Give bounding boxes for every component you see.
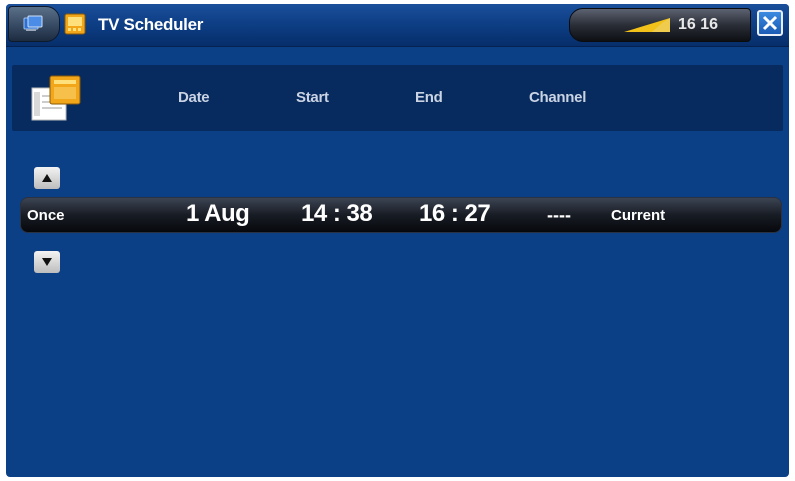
app-title: TV Scheduler: [98, 15, 204, 34]
arrow-down-icon: [42, 258, 52, 266]
row-channel: ----: [547, 205, 571, 225]
close-icon: [762, 15, 778, 31]
status-area: 16 16: [569, 8, 751, 42]
schedule-row[interactable]: Once 1 Aug 14 : 38 16 : 27 ---- Current: [20, 197, 782, 233]
arrow-up-icon: [42, 174, 52, 182]
close-button[interactable]: [757, 10, 783, 36]
row-date: 1 Aug: [186, 200, 250, 227]
home-button[interactable]: [8, 6, 60, 42]
home-icon: [23, 15, 43, 31]
column-header-start: Start: [296, 89, 329, 106]
column-header-channel: Channel: [529, 89, 587, 106]
tv-scheduler-icon: [64, 13, 86, 35]
row-start: 14 : 38: [301, 200, 373, 227]
column-header-end: End: [415, 89, 443, 106]
row-repeat: Once: [27, 207, 65, 224]
signal-strength-icon: [624, 18, 670, 32]
schedule-list-icon: [31, 75, 81, 121]
scroll-up-button[interactable]: [34, 167, 60, 189]
title-bar: TV Scheduler 16 16: [6, 4, 789, 47]
row-end: 16 : 27: [419, 200, 491, 227]
clock: 16 16: [678, 16, 719, 33]
row-source: Current: [611, 207, 666, 224]
column-header-bar: Date Start End Channel: [12, 65, 783, 131]
column-header-date: Date: [178, 89, 210, 106]
tv-scheduler-screen: TV Scheduler 16 16 Date Start End Channe…: [6, 4, 789, 477]
scroll-down-button[interactable]: [34, 251, 60, 273]
